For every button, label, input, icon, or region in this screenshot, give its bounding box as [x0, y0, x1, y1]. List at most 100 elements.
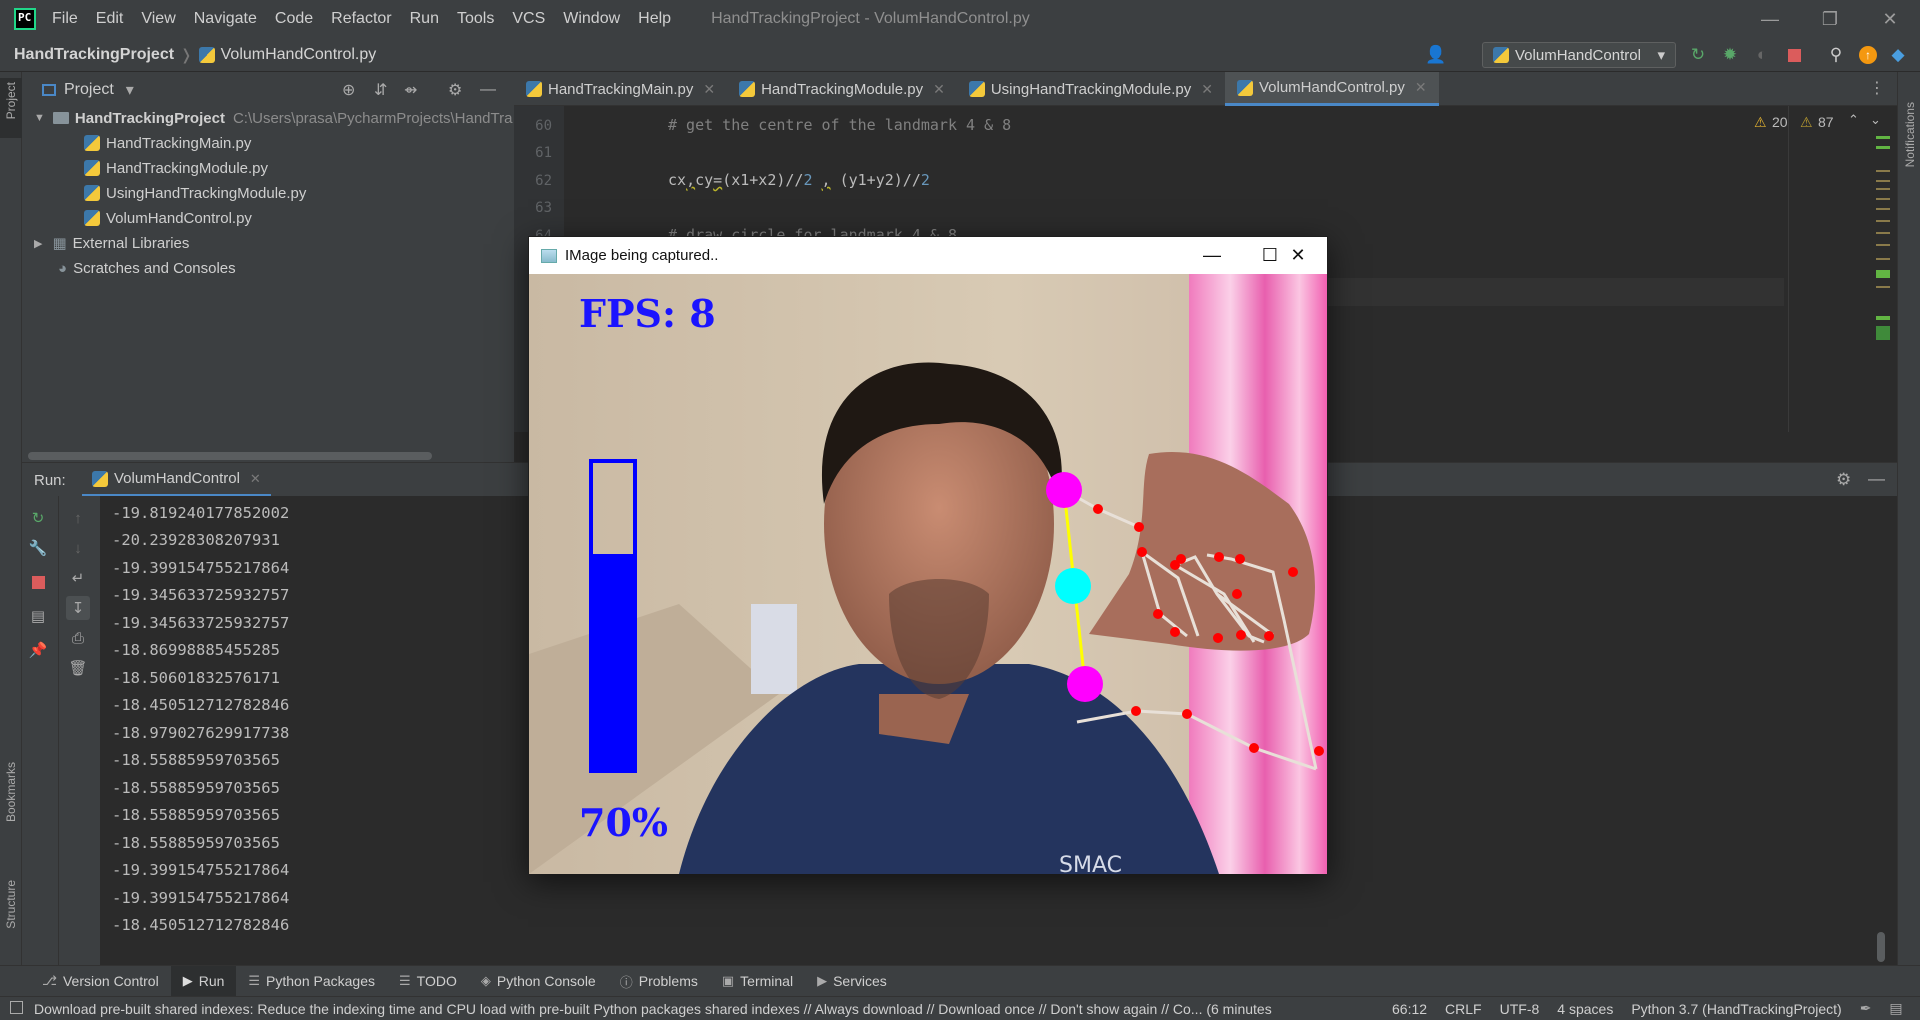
update-icon[interactable]: ↑	[1858, 45, 1878, 65]
breadcrumb-file[interactable]: VolumHandControl.py	[221, 46, 377, 64]
stop-icon[interactable]	[1784, 45, 1804, 65]
menu-view[interactable]: View	[141, 10, 175, 28]
previous-highlight-icon[interactable]: ⌃	[1848, 112, 1859, 128]
close-icon[interactable]: ✕	[1269, 237, 1327, 274]
hide-panel-icon[interactable]: —	[1868, 469, 1885, 489]
tab-label: VolumHandControl.py	[1258, 79, 1405, 96]
error-stripe[interactable]	[1876, 136, 1890, 346]
user-icon[interactable]: 👤	[1425, 45, 1446, 65]
tool-problems[interactable]: ⓘ Problems	[608, 966, 710, 997]
tree-external-libraries[interactable]: ▶ ▦ External Libraries	[34, 231, 189, 255]
memory-indicator-icon[interactable]: ▤	[1889, 1000, 1902, 1017]
minimize-icon[interactable]: —	[1183, 237, 1241, 274]
close-icon[interactable]: ✕	[250, 471, 261, 487]
chevron-down-icon[interactable]: ▾	[126, 80, 134, 100]
tree-file-item[interactable]: HandTrackingMain.py	[84, 131, 251, 155]
gear-icon[interactable]: ⚙	[448, 80, 462, 100]
project-tool-label[interactable]: Project	[4, 82, 18, 119]
tool-version-control[interactable]: ⎇ Version Control	[30, 966, 171, 997]
collapse-all-icon[interactable]: ⇴	[404, 80, 417, 100]
menu-navigate[interactable]: Navigate	[194, 10, 257, 28]
arrow-up-icon[interactable]: ↑	[68, 508, 88, 528]
menu-refactor[interactable]: Refactor	[331, 10, 391, 28]
tab-label: HandTrackingMain.py	[548, 80, 694, 98]
project-panel-title[interactable]: Project	[64, 81, 114, 99]
jetbrains-toolbox-icon[interactable]: ◆	[1888, 45, 1908, 65]
tree-scratches[interactable]: ◕ Scratches and Consoles	[58, 256, 236, 280]
rerun-icon[interactable]: ↻	[28, 508, 48, 528]
run-tab[interactable]: VolumHandControl ✕	[82, 463, 271, 497]
bookmarks-tool-label[interactable]: Bookmarks	[4, 762, 18, 822]
wrench-icon[interactable]: 🔧	[28, 538, 48, 558]
tool-services[interactable]: ▶ Services	[805, 966, 899, 997]
more-tabs-icon[interactable]: ⋮	[1869, 78, 1885, 98]
vertical-scrollbar[interactable]	[1877, 932, 1885, 962]
tab-handtrackingmain[interactable]: HandTrackingMain.py ✕	[514, 72, 727, 106]
tree-file-item[interactable]: UsingHandTrackingModule.py	[84, 181, 306, 205]
print-icon[interactable]: ⎙	[68, 628, 88, 648]
line-separator[interactable]: CRLF	[1445, 1001, 1482, 1017]
debug-icon[interactable]: ✹	[1720, 45, 1740, 65]
weak-warnings-count: 87	[1818, 114, 1834, 130]
close-icon[interactable]: ✕	[1201, 81, 1213, 98]
warning-icon[interactable]: ⚠	[1754, 114, 1767, 131]
tree-file-item[interactable]: HandTrackingModule.py	[84, 156, 268, 180]
menu-vcs[interactable]: VCS	[512, 10, 545, 28]
run-configuration-select[interactable]: VolumHandControl ▾	[1482, 42, 1676, 68]
camera-window-titlebar[interactable]: IMage being captured.. — ☐ ✕	[529, 237, 1327, 274]
menu-code[interactable]: Code	[275, 10, 313, 28]
hide-panel-icon[interactable]: —	[480, 81, 496, 99]
chevron-down-icon: ▾	[1657, 47, 1665, 64]
tree-file-item[interactable]: VolumHandControl.py	[84, 206, 252, 230]
python-interpreter[interactable]: Python 3.7 (HandTrackingProject)	[1631, 1001, 1841, 1017]
coverage-icon[interactable]: ◐	[1752, 45, 1772, 65]
menu-help[interactable]: Help	[638, 10, 671, 28]
tool-python-packages[interactable]: ☰ Python Packages	[236, 966, 387, 997]
caret-position[interactable]: 66:12	[1392, 1001, 1427, 1017]
tool-todo[interactable]: ☰ TODO	[387, 966, 469, 997]
close-icon[interactable]: ✕	[703, 81, 715, 98]
tab-usinghandtrackingmodule[interactable]: UsingHandTrackingModule.py ✕	[957, 72, 1225, 106]
stop-icon[interactable]	[28, 572, 48, 592]
close-icon[interactable]: ✕	[1415, 79, 1427, 96]
menu-edit[interactable]: Edit	[96, 10, 124, 28]
close-icon[interactable]: ✕	[1860, 0, 1920, 38]
arrow-down-icon[interactable]: ↓	[68, 538, 88, 558]
tab-volumhandcontrol[interactable]: VolumHandControl.py ✕	[1224, 72, 1439, 106]
search-icon[interactable]: ⚲	[1826, 45, 1846, 65]
rerun-icon[interactable]: ↻	[1688, 45, 1708, 65]
toggle-tool-windows-icon[interactable]	[10, 1001, 23, 1014]
tool-terminal[interactable]: ▣ Terminal	[710, 966, 805, 997]
pin-icon[interactable]: 📌	[28, 640, 48, 660]
weak-warning-icon[interactable]: ⚠	[1800, 114, 1813, 131]
scroll-to-end-icon[interactable]: ↧	[66, 596, 90, 620]
gear-icon[interactable]: ⚙	[1836, 470, 1851, 490]
soft-wrap-icon[interactable]: ↵	[68, 568, 88, 588]
layout-icon[interactable]: ▤	[28, 606, 48, 626]
structure-tool-label[interactable]: Structure	[4, 880, 18, 929]
tool-run[interactable]: ▶ Run	[170, 965, 237, 997]
indentation[interactable]: 4 spaces	[1557, 1001, 1613, 1017]
readonly-toggle-icon[interactable]: ✒	[1860, 1000, 1872, 1017]
status-message[interactable]: Download pre-built shared indexes: Reduc…	[34, 1001, 1374, 1017]
locate-icon[interactable]: ⊕	[342, 80, 355, 100]
breadcrumb-project[interactable]: HandTrackingProject	[14, 46, 174, 64]
menu-run[interactable]: Run	[410, 10, 439, 28]
menu-tools[interactable]: Tools	[457, 10, 494, 28]
menu-window[interactable]: Window	[563, 10, 620, 28]
expand-all-icon[interactable]: ⇵	[374, 80, 387, 100]
file-encoding[interactable]: UTF-8	[1500, 1001, 1540, 1017]
notifications-tool-label[interactable]: Notifications	[1903, 102, 1917, 167]
camera-window[interactable]: IMage being captured.. — ☐ ✕ SMAC FPS: 8…	[528, 236, 1328, 874]
next-highlight-icon[interactable]: ⌄	[1870, 112, 1881, 128]
horizontal-scrollbar[interactable]	[28, 452, 432, 460]
minimize-icon[interactable]: —	[1740, 0, 1800, 38]
console-line: -19.399154755217864	[112, 861, 290, 879]
trash-icon[interactable]: 🗑	[68, 658, 88, 678]
tree-root[interactable]: ▼ HandTrackingProject C:\Users\prasa\Pyc…	[34, 106, 512, 130]
tab-handtrackingmodule[interactable]: HandTrackingModule.py ✕	[727, 72, 957, 106]
tool-python-console[interactable]: ◈ Python Console	[469, 966, 608, 997]
menu-file[interactable]: File	[52, 10, 78, 28]
restore-icon[interactable]: ❐	[1800, 0, 1860, 38]
close-icon[interactable]: ✕	[933, 81, 945, 98]
